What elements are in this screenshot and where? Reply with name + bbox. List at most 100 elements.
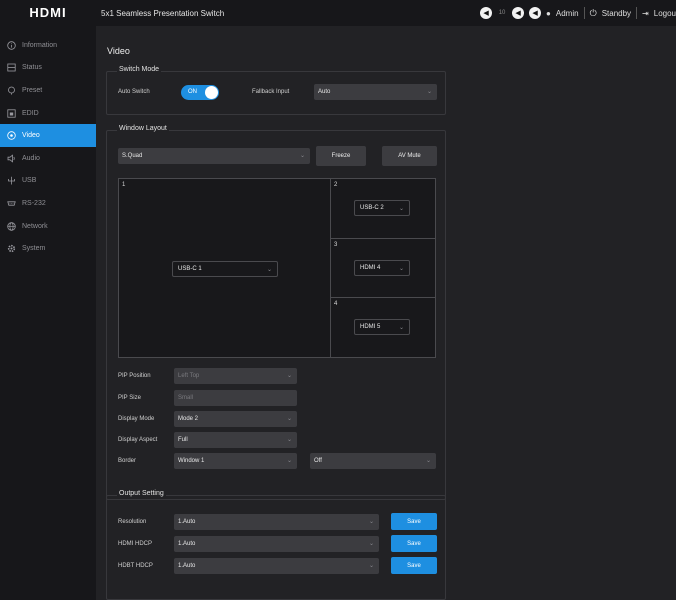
divider — [636, 7, 638, 19]
chevron-down-icon: ⌄ — [286, 373, 292, 379]
usb-icon — [7, 176, 16, 185]
window-source-select[interactable]: USB-C 2 ⌄ — [354, 200, 410, 216]
sidebar-item-audio[interactable]: Audio — [0, 147, 96, 170]
border-window-value: Window 1 — [178, 458, 205, 464]
page-title: Video — [107, 46, 130, 56]
sidebar-item-rs232[interactable]: RS-232 — [0, 192, 96, 215]
chevron-down-icon: ⌄ — [299, 153, 305, 159]
volume-up-icon[interactable]: ◀ — [512, 7, 525, 19]
chevron-down-icon: ⌄ — [286, 458, 292, 464]
hdmi-hdcp-value: 1.Auto — [178, 541, 196, 547]
sidebar-item-system[interactable]: System — [0, 237, 96, 260]
video-icon — [7, 131, 16, 140]
chevron-down-icon: ⌄ — [398, 206, 404, 212]
pip-size-label: PIP Size — [118, 395, 141, 401]
auto-switch-toggle[interactable]: ON — [181, 85, 219, 100]
logout-icon[interactable]: ⇥ — [642, 9, 649, 18]
av-mute-button[interactable]: AV Mute — [382, 146, 437, 166]
top-bar: HDMI 5x1 Seamless Presentation Switch ◀ … — [0, 0, 676, 26]
window-3[interactable]: 3 HDMI 4 ⌄ — [331, 239, 435, 298]
window-layout-preview: 1 USB-C 1 ⌄ 2 USB-C 2 ⌄ 3 HDMI 4 ⌄ 4 HDM… — [118, 178, 436, 358]
sidebar-item-edid[interactable]: EDID — [0, 102, 96, 125]
app-title: 5x1 Seamless Presentation Switch — [101, 8, 225, 18]
chevron-down-icon: ⌄ — [368, 519, 374, 525]
hdmi-hdcp-label: HDMI HDCP — [118, 541, 152, 547]
system-icon — [7, 244, 16, 253]
display-mode-label: Display Mode — [118, 416, 155, 422]
volume-down-icon[interactable]: ◀ — [480, 7, 493, 19]
pip-position-select[interactable]: Left Top ⌄ — [174, 368, 297, 384]
sidebar-item-label: System — [22, 245, 46, 253]
display-aspect-select[interactable]: Full ⌄ — [174, 432, 297, 448]
toggle-knob — [205, 86, 218, 99]
layout-select[interactable]: S.Quad ⌄ — [118, 148, 310, 164]
window-number: 2 — [334, 182, 338, 188]
window-2[interactable]: 2 USB-C 2 ⌄ — [331, 179, 435, 239]
fallback-input-select[interactable]: Auto ⌄ — [314, 84, 437, 100]
pip-size-select[interactable]: Small — [174, 390, 297, 406]
switch-mode-panel: Switch Mode Auto Switch ON Fallback Inpu… — [106, 66, 446, 115]
sidebar-item-label: EDID — [22, 109, 39, 117]
chevron-down-icon: ⌄ — [368, 541, 374, 547]
border-value: Off — [314, 458, 322, 464]
display-aspect-value: Full — [178, 437, 188, 443]
window-4[interactable]: 4 HDMI 5 ⌄ — [331, 298, 435, 357]
resolution-select[interactable]: 1.Auto ⌄ — [174, 514, 379, 530]
svg-text:HDMI: HDMI — [29, 6, 66, 20]
window-source-select[interactable]: HDMI 5 ⌄ — [354, 319, 410, 335]
chevron-down-icon: ⌄ — [398, 325, 404, 331]
hdmi-logo: HDMI — [0, 0, 96, 26]
display-mode-value: Mode 2 — [178, 416, 199, 422]
user-icon: ● — [546, 8, 551, 18]
power-icon[interactable]: ⏻ — [590, 8, 597, 19]
sidebar-item-label: Audio — [22, 154, 40, 162]
hdbt-hdcp-select[interactable]: 1.Auto ⌄ — [174, 558, 379, 574]
border-window-select[interactable]: Window 1 ⌄ — [174, 453, 297, 469]
freeze-button[interactable]: Freeze — [316, 146, 366, 166]
sidebar-item-usb[interactable]: USB — [0, 170, 96, 193]
header-controls: ◀ 10 ◀ ◀ ● Admin ⏻ Standby ⇥ Logou — [480, 0, 676, 26]
sidebar-item-preset[interactable]: Preset — [0, 79, 96, 102]
preset-icon — [7, 86, 16, 95]
logout-button[interactable]: Logou — [654, 9, 676, 18]
hdmi-logo-mark: HDMI — [29, 6, 66, 20]
hdmi-hdcp-select[interactable]: 1.Auto ⌄ — [174, 536, 379, 552]
sidebar-item-label: Preset — [22, 86, 43, 94]
sidebar-item-status[interactable]: Status — [0, 57, 96, 80]
audio-icon — [7, 154, 16, 163]
chevron-down-icon: ⌄ — [286, 437, 292, 443]
info-icon — [7, 41, 16, 50]
standby-button[interactable]: Standby — [602, 9, 631, 18]
pip-position-label: PIP Position — [118, 373, 151, 379]
auto-switch-label: Auto Switch — [118, 89, 150, 95]
chevron-down-icon: ⌄ — [398, 266, 404, 272]
mute-icon[interactable]: ◀ — [529, 7, 542, 19]
hdmi-hdcp-save-button[interactable]: Save — [391, 535, 437, 552]
hdbt-hdcp-save-button[interactable]: Save — [391, 557, 437, 574]
divider — [583, 7, 585, 19]
window-source-select[interactable]: USB-C 1 ⌄ — [172, 261, 278, 277]
border-select[interactable]: Off ⌄ — [310, 453, 436, 469]
window-source-select[interactable]: HDMI 4 ⌄ — [354, 260, 410, 276]
window-1[interactable]: 1 USB-C 1 ⌄ — [119, 179, 331, 357]
output-setting-legend: Output Setting — [117, 490, 166, 497]
chevron-down-icon: ⌄ — [426, 89, 432, 95]
edid-icon — [7, 108, 16, 118]
sidebar-item-information[interactable]: Information — [0, 34, 96, 57]
sidebar-item-video[interactable]: Video — [0, 124, 96, 147]
sidebar: Information Status Preset EDID Video Aud… — [0, 26, 96, 600]
window-number: 1 — [122, 182, 126, 188]
resolution-value: 1.Auto — [178, 519, 196, 525]
sidebar-item-label: RS-232 — [22, 199, 46, 207]
window-source-value: USB-C 1 — [178, 266, 202, 272]
user-name[interactable]: Admin — [556, 9, 579, 18]
window-layout-panel: Window Layout S.Quad ⌄ Freeze AV Mute 1 … — [106, 125, 446, 500]
main-content: Video Switch Mode Auto Switch ON Fallbac… — [96, 26, 676, 600]
chevron-down-icon: ⌄ — [286, 416, 292, 422]
display-mode-select[interactable]: Mode 2 ⌄ — [174, 411, 297, 427]
rs232-icon — [7, 199, 16, 208]
resolution-save-button[interactable]: Save — [391, 513, 437, 530]
sidebar-item-network[interactable]: Network — [0, 215, 96, 238]
sidebar-item-label: Information — [22, 41, 58, 49]
sidebar-item-label: Status — [22, 64, 42, 72]
